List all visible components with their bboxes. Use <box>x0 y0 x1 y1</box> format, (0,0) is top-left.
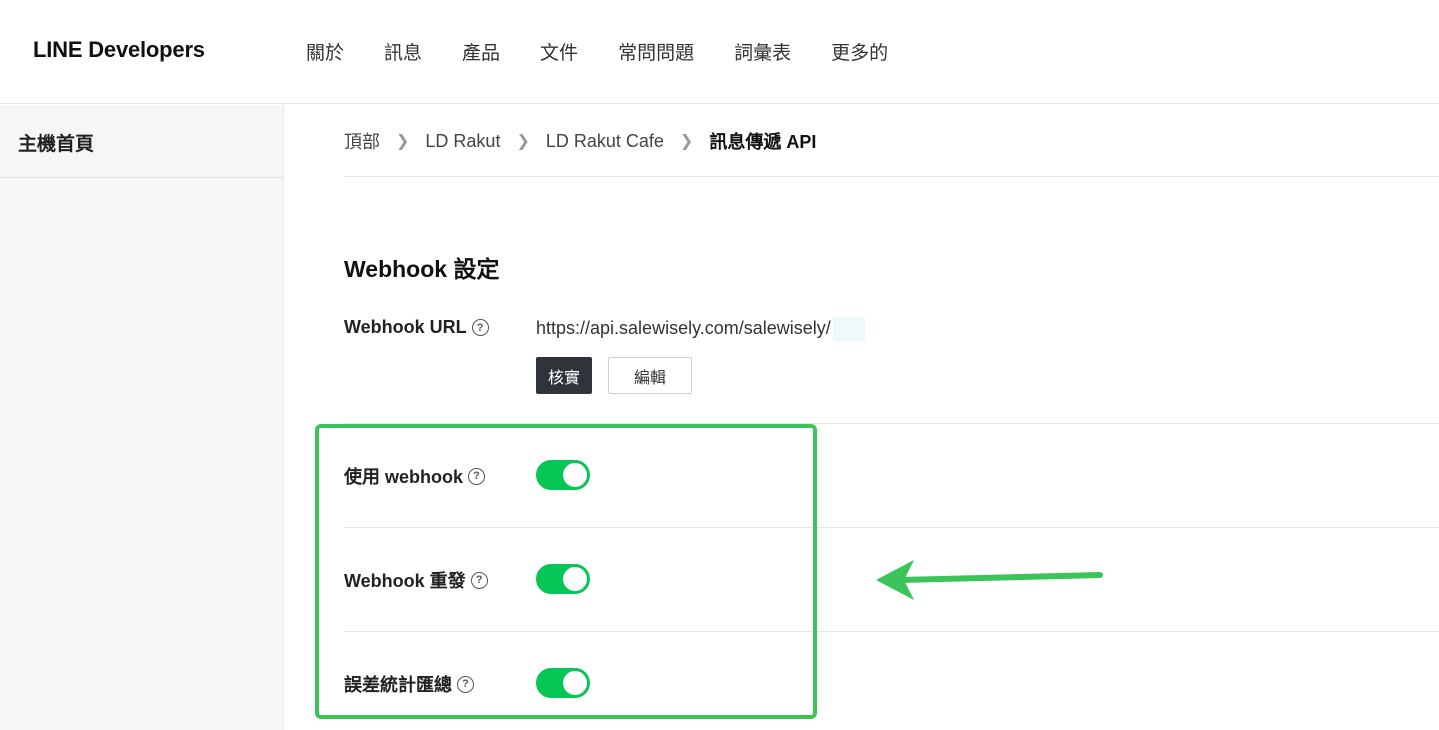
section-title: Webhook 設定 <box>344 256 500 282</box>
divider <box>344 423 1439 424</box>
webhook-url-value: https://api.salewisely.com/salewisely/ <box>536 317 865 341</box>
error-statistics-toggle[interactable] <box>536 668 590 698</box>
breadcrumb-provider[interactable]: LD Rakut <box>425 131 500 152</box>
sidebar: 主機首頁 <box>0 105 284 730</box>
error-statistics-label: 誤差統計匯總 ? <box>344 671 474 697</box>
verify-button[interactable]: 核實 <box>536 357 592 394</box>
nav-item-documents[interactable]: 文件 <box>540 38 578 65</box>
sidebar-item-console-home[interactable]: 主機首頁 <box>0 105 283 178</box>
divider <box>344 176 1439 177</box>
breadcrumb: 頂部 ❯ LD Rakut ❯ LD Rakut Cafe ❯ 訊息傳遞 API <box>344 128 816 154</box>
help-icon[interactable]: ? <box>471 319 489 336</box>
top-navigation-bar: LINE Developers 關於 訊息 產品 文件 常問問題 詞彙表 更多的 <box>0 0 1439 104</box>
breadcrumb-current-page: 訊息傳遞 API <box>709 132 817 152</box>
chevron-right-icon: ❯ <box>396 133 410 150</box>
redacted-url-segment <box>832 317 865 341</box>
annotation-arrow-icon <box>876 560 1103 600</box>
help-icon[interactable]: ? <box>470 571 488 589</box>
help-icon[interactable]: ? <box>457 675 474 693</box>
main-content: 頂部 ❯ LD Rakut ❯ LD Rakut Cafe ❯ 訊息傳遞 API… <box>284 105 1439 730</box>
divider <box>344 631 1439 632</box>
toggle-knob <box>563 567 587 591</box>
nav-item-products[interactable]: 產品 <box>462 38 500 65</box>
webhook-url-label: Webhook URL ? <box>344 317 489 338</box>
chevron-right-icon: ❯ <box>516 133 530 150</box>
help-icon[interactable]: ? <box>468 467 486 485</box>
toggle-knob <box>563 463 587 487</box>
line-developers-logo[interactable]: LINE Developers <box>33 37 205 63</box>
main-nav: 關於 訊息 產品 文件 常問問題 詞彙表 更多的 <box>306 38 928 65</box>
webhook-redelivery-label: Webhook 重發 ? <box>344 567 488 593</box>
webhook-redelivery-toggle[interactable] <box>536 564 590 594</box>
nav-item-more[interactable]: 更多的 <box>831 38 888 65</box>
divider <box>344 527 1439 528</box>
toggle-knob <box>563 671 587 695</box>
edit-button[interactable]: 編輯 <box>608 357 692 394</box>
use-webhook-toggle[interactable] <box>536 460 590 490</box>
breadcrumb-channel[interactable]: LD Rakut Cafe <box>546 131 664 152</box>
chevron-right-icon: ❯ <box>679 133 694 150</box>
nav-item-about[interactable]: 關於 <box>306 38 344 65</box>
nav-item-faq[interactable]: 常問問題 <box>618 38 694 65</box>
use-webhook-label: 使用 webhook ? <box>344 463 486 489</box>
breadcrumb-top[interactable]: 頂部 <box>344 128 380 154</box>
nav-item-glossary[interactable]: 詞彙表 <box>734 38 791 65</box>
nav-item-messages[interactable]: 訊息 <box>384 38 422 65</box>
